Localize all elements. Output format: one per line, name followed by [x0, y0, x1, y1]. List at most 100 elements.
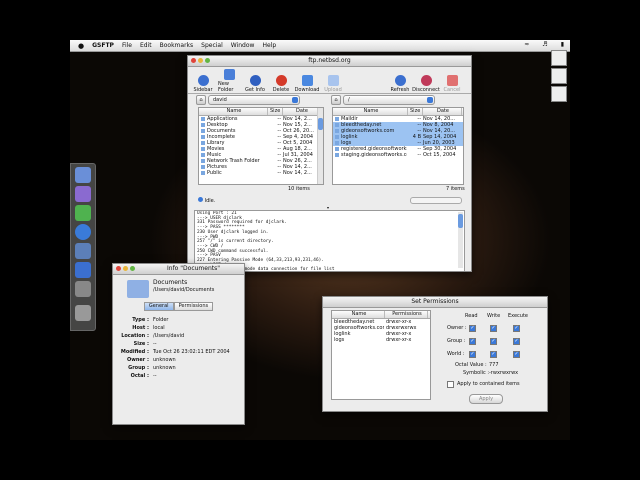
permissions-file-list[interactable]: Name Permissions bleedtheday.net drwxr-xr…	[331, 310, 431, 400]
remote-file-row[interactable]: staging.gideonsoftworks.com --Oct 15, 200…	[333, 152, 463, 158]
world-execute-checkbox[interactable]: ✓	[513, 351, 520, 358]
info-field-row: Size : --	[113, 340, 244, 348]
apple-icon[interactable]: ●	[78, 42, 84, 50]
menu-file[interactable]: File	[122, 42, 132, 49]
local-file-row[interactable]: Public -- Nov 14, 2...	[199, 170, 323, 176]
info-field-value: local	[153, 325, 165, 331]
tab-permissions[interactable]: Permissions	[173, 302, 214, 311]
col-size[interactable]: Size	[408, 108, 423, 115]
info-field-row: Octal : --	[113, 372, 244, 380]
permissions-titlebar[interactable]: Set Permissions	[323, 297, 547, 308]
download-button[interactable]: Download	[295, 75, 319, 93]
folder-icon	[335, 122, 339, 127]
permissions-window: Set Permissions Name Permissions bleedth…	[322, 296, 548, 412]
menu-special[interactable]: Special	[201, 42, 223, 49]
cancel-button[interactable]: Cancel	[441, 75, 463, 93]
battery-icon[interactable]: ▮	[561, 41, 564, 48]
info-field-value: unknown	[153, 357, 176, 363]
refresh-button[interactable]: Refresh	[389, 75, 411, 93]
menu-help[interactable]: Help	[262, 42, 276, 49]
group-execute-checkbox[interactable]: ✓	[513, 338, 520, 345]
info-fields: Type : Folder Host : local Location : /Users/…	[113, 316, 244, 380]
info-field-row: Type : Folder	[113, 316, 244, 324]
world-write-checkbox[interactable]: ✓	[490, 351, 497, 358]
folder-icon	[201, 116, 205, 121]
remote-path-popup[interactable]: /	[343, 95, 435, 105]
new-folder-button[interactable]: New Folder	[218, 69, 240, 93]
apple-logo-icon[interactable]	[551, 68, 567, 84]
permissions-row[interactable]: logs drwxr-xr-x	[332, 337, 430, 343]
world-read-checkbox[interactable]: ✓	[469, 351, 476, 358]
window-title: ftp.netbsd.org	[308, 57, 351, 64]
col-name[interactable]: Name	[332, 311, 385, 318]
col-size[interactable]: Size	[268, 108, 283, 115]
folder-icon	[335, 116, 339, 121]
close-button[interactable]	[116, 266, 121, 271]
col-permissions[interactable]: Permissions	[385, 311, 428, 318]
info-field-label: Owner :	[126, 357, 149, 363]
col-name[interactable]: Name	[333, 108, 408, 115]
remote-home-button[interactable]: ⌂	[331, 95, 341, 105]
get-info-button[interactable]: Get Info	[244, 75, 266, 93]
delete-button[interactable]: Delete	[270, 75, 292, 93]
mail-dock-icon[interactable]	[75, 186, 91, 202]
info-field-row: Host : local	[113, 324, 244, 332]
local-home-button[interactable]: ⌂	[196, 95, 206, 105]
upload-button[interactable]: Upload	[322, 75, 344, 93]
status-bar: Idle.	[198, 197, 215, 204]
close-button[interactable]	[191, 58, 196, 63]
apply-contained-checkbox[interactable]	[447, 381, 454, 388]
apply-button[interactable]: Apply	[469, 394, 503, 404]
col-date[interactable]: Date	[423, 108, 462, 115]
cancel-x-icon	[446, 75, 458, 86]
group-write-checkbox[interactable]: ✓	[490, 338, 497, 345]
menu-edit[interactable]: Edit	[140, 42, 152, 49]
minimize-button[interactable]	[123, 266, 128, 271]
system-prefs-dock-icon[interactable]	[75, 281, 91, 297]
xcode-dock-icon[interactable]	[75, 243, 91, 259]
local-file-list[interactable]: Name Size Date Applications -- Nov 14, 2..…	[198, 107, 324, 185]
file-name: logs	[334, 337, 345, 343]
menu-window[interactable]: Window	[231, 42, 255, 49]
tab-general[interactable]: General	[143, 302, 174, 311]
minimize-button[interactable]	[198, 58, 203, 63]
info-field-row: Group : unknown	[113, 364, 244, 372]
trash-dock-icon[interactable]	[75, 305, 91, 321]
remote-item-count: 7 items	[446, 186, 465, 192]
calendar-icon[interactable]	[551, 50, 567, 66]
finder-dock-icon[interactable]	[75, 167, 91, 183]
sidebar-button[interactable]: Sidebar	[192, 75, 214, 93]
zoom-button[interactable]	[130, 266, 135, 271]
info-title: Info "Documents"	[167, 265, 220, 272]
folder-icon	[335, 146, 339, 151]
owner-read-checkbox[interactable]: ✓	[469, 325, 476, 332]
log-scrollbar[interactable]	[458, 212, 463, 268]
ftp-window-titlebar[interactable]: ftp.netbsd.org	[188, 56, 471, 67]
col-name[interactable]: Name	[199, 108, 268, 115]
info-field-value: --	[153, 373, 157, 379]
delete-icon	[275, 75, 287, 86]
owner-write-checkbox[interactable]: ✓	[490, 325, 497, 332]
owner-execute-checkbox[interactable]: ✓	[513, 325, 520, 332]
local-path-popup[interactable]: david	[208, 95, 300, 105]
local-scrollbar[interactable]	[317, 108, 323, 184]
gsftp-dock-icon[interactable]	[75, 262, 91, 278]
disconnect-button[interactable]: Disconnect	[412, 75, 440, 93]
wifi-icon[interactable]: ≈	[524, 41, 529, 48]
folder-icon	[335, 152, 339, 157]
zoom-button[interactable]	[205, 58, 210, 63]
info-window-titlebar[interactable]: Info "Documents"	[113, 264, 244, 275]
remote-file-list[interactable]: Name Size Date Maildir -- Nov 14, 20... ble…	[332, 107, 464, 185]
volume-icon[interactable]: ♬	[542, 41, 547, 48]
group-read-checkbox[interactable]: ✓	[469, 338, 476, 345]
menu-bookmarks[interactable]: Bookmarks	[160, 42, 194, 49]
sidebar-icon	[197, 75, 209, 86]
itunes-dock-icon[interactable]	[75, 205, 91, 221]
safari-dock-icon[interactable]	[75, 224, 91, 240]
menu-app-name[interactable]: GSFTP	[92, 42, 114, 49]
info-icon	[249, 75, 261, 86]
finder-icon[interactable]	[551, 86, 567, 102]
col-date[interactable]: Date	[283, 108, 320, 115]
folder-icon	[127, 280, 149, 298]
splitter-handle[interactable]: ▾	[327, 205, 332, 210]
